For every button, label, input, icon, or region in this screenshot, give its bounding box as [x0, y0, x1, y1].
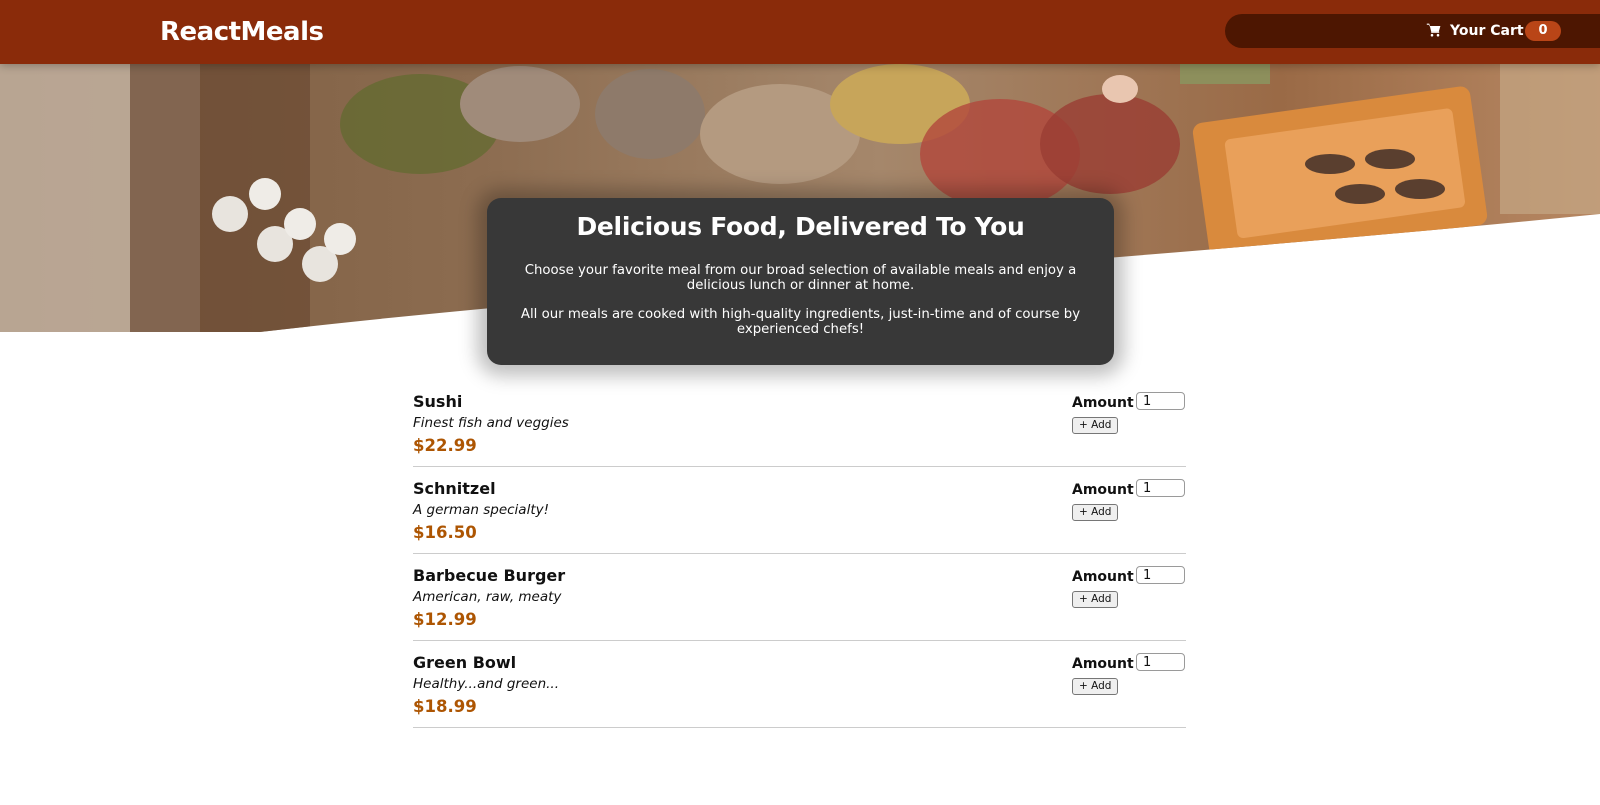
meal-item: Schnitzel A german specialty! $16.50 Amo… [413, 467, 1186, 554]
add-button[interactable]: + Add [1072, 591, 1119, 608]
meal-name: Sushi [413, 392, 463, 411]
meal-item: Sushi Finest fish and veggies $22.99 Amo… [413, 380, 1186, 467]
amount-input[interactable] [1136, 479, 1185, 497]
meals-list: Sushi Finest fish and veggies $22.99 Amo… [413, 380, 1186, 728]
amount-input[interactable] [1136, 566, 1185, 584]
amount-label: Amount [1072, 569, 1134, 585]
summary-paragraph-1: Choose your favorite meal from our broad… [524, 263, 1077, 293]
summary-paragraph-2: All our meals are cooked with high-quali… [520, 307, 1081, 337]
shopping-cart-icon [1426, 23, 1441, 37]
add-button[interactable]: + Add [1072, 417, 1119, 434]
cart-count-badge: 0 [1525, 21, 1561, 41]
app-logo: ReactMeals [160, 17, 324, 47]
meal-price: $18.99 [413, 697, 477, 716]
meal-price: $22.99 [413, 436, 477, 455]
amount-input[interactable] [1136, 653, 1185, 671]
meal-price: $16.50 [413, 523, 477, 542]
summary-title: Delicious Food, Delivered To You [576, 212, 1025, 241]
meal-item: Barbecue Burger American, raw, meaty $12… [413, 554, 1186, 641]
meal-description: Finest fish and veggies [413, 415, 569, 431]
cart-label: Your Cart [1450, 23, 1524, 39]
meal-description: Healthy...and green... [413, 676, 559, 692]
meal-description: American, raw, meaty [413, 589, 562, 605]
meal-description: A german specialty! [413, 502, 550, 518]
meal-price: $12.99 [413, 610, 477, 629]
add-button[interactable]: + Add [1072, 678, 1119, 695]
meals-summary-card: Delicious Food, Delivered To You Choose … [487, 198, 1114, 365]
add-button[interactable]: + Add [1072, 504, 1119, 521]
meal-name: Barbecue Burger [413, 566, 566, 585]
meal-name: Schnitzel [413, 479, 496, 498]
amount-label: Amount [1072, 482, 1134, 498]
amount-label: Amount [1072, 656, 1134, 672]
meal-item: Green Bowl Healthy...and green... $18.99… [413, 641, 1186, 728]
cart-button[interactable]: Your Cart 0 [1225, 14, 1600, 48]
meal-name: Green Bowl [413, 653, 517, 672]
amount-input[interactable] [1136, 392, 1185, 410]
amount-label: Amount [1072, 395, 1134, 411]
